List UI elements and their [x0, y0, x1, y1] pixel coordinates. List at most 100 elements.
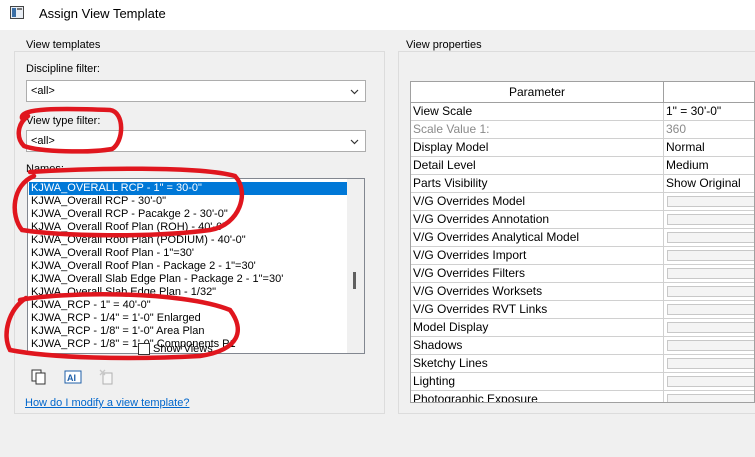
parameter-cell: V/G Overrides Annotation — [411, 211, 664, 229]
value-cell[interactable] — [664, 265, 754, 283]
value-cell[interactable]: Medium — [664, 157, 754, 175]
edit-button[interactable] — [667, 232, 754, 243]
parameter-cell: V/G Overrides Import — [411, 247, 664, 265]
names-list-scrollbar[interactable] — [347, 179, 364, 353]
parameter-cell: Lighting — [411, 373, 664, 391]
list-item[interactable]: KJWA_Overall Roof Plan - 1"=30' — [29, 247, 349, 260]
value-cell[interactable]: Show Original — [664, 175, 754, 193]
table-row[interactable]: V/G Overrides Filters — [411, 265, 754, 283]
table-row[interactable]: V/G Overrides Model — [411, 193, 754, 211]
value-cell[interactable] — [664, 373, 754, 391]
list-item[interactable]: KJWA_OVERALL RCP - 1" = 30-0" — [29, 182, 349, 195]
value-cell[interactable] — [664, 337, 754, 355]
parameter-column-header[interactable]: Parameter — [411, 82, 664, 103]
table-row[interactable]: Parts Visibility Show Original — [411, 175, 754, 193]
title-bar: Assign View Template — [0, 0, 755, 30]
list-item[interactable]: KJWA_Overall Slab Edge Plan - Package 2 … — [29, 273, 349, 286]
parameter-cell: V/G Overrides RVT Links — [411, 301, 664, 319]
parameter-cell: Detail Level — [411, 157, 664, 175]
table-row[interactable]: Model Display — [411, 319, 754, 337]
parameter-cell: Sketchy Lines — [411, 355, 664, 373]
parameter-cell: V/G Overrides Worksets — [411, 283, 664, 301]
value-cell[interactable]: Normal — [664, 139, 754, 157]
edit-button[interactable] — [667, 286, 754, 297]
table-row[interactable]: Detail Level Medium — [411, 157, 754, 175]
duplicate-icon[interactable] — [30, 368, 48, 386]
table-row[interactable]: V/G Overrides RVT Links — [411, 301, 754, 319]
parameter-cell: V/G Overrides Filters — [411, 265, 664, 283]
list-item[interactable]: KJWA_RCP - 1" = 40'-0" — [29, 299, 349, 312]
list-item[interactable]: KJWA_RCP - 1/4" = 1'-0" Enlarged — [29, 312, 349, 325]
show-views-label: Show Views — [153, 343, 213, 355]
value-cell[interactable] — [664, 247, 754, 265]
value-cell[interactable] — [664, 283, 754, 301]
value-column-header[interactable] — [664, 82, 754, 103]
edit-button[interactable] — [667, 250, 754, 261]
window-icon — [10, 6, 24, 19]
list-item[interactable]: KJWA_Overall Slab Edge Plan - 1/32" — [29, 286, 349, 299]
names-list[interactable]: KJWA_OVERALL RCP - 1" = 30-0" KJWA_Overa… — [27, 178, 365, 354]
edit-button[interactable] — [667, 196, 754, 207]
discipline-filter-value: <all> — [31, 85, 55, 97]
parameter-cell: View Scale — [411, 103, 664, 121]
edit-button[interactable] — [667, 376, 754, 387]
list-item[interactable]: KJWA_Overall Roof Plan (ROH) - 40'-0" — [29, 221, 349, 234]
table-row[interactable]: V/G Overrides Worksets — [411, 283, 754, 301]
edit-button[interactable] — [667, 340, 754, 351]
names-label: Names: — [26, 163, 64, 175]
table-row[interactable]: V/G Overrides Import — [411, 247, 754, 265]
properties-table: Parameter View Scale 1" = 30'-0" Scale Val… — [410, 81, 755, 403]
table-row[interactable]: V/G Overrides Annotation — [411, 211, 754, 229]
discipline-filter-label: Discipline filter: — [26, 63, 100, 75]
edit-button[interactable] — [667, 322, 754, 333]
view-type-filter-label: View type filter: — [26, 115, 101, 127]
list-item[interactable]: KJWA_RCP - 1/8" = 1'-0" Area Plan — [29, 325, 349, 338]
edit-button[interactable] — [667, 304, 754, 315]
list-item[interactable]: KJWA_Overall RCP - 30'-0" — [29, 195, 349, 208]
view-type-filter-value: <all> — [31, 135, 55, 147]
table-row[interactable]: Photographic Exposure — [411, 391, 754, 402]
list-item[interactable]: KJWA_Overall Roof Plan (PODIUM) - 40'-0" — [29, 234, 349, 247]
chevron-down-icon — [350, 89, 359, 95]
table-row[interactable]: Display Model Normal — [411, 139, 754, 157]
value-cell[interactable] — [664, 391, 754, 402]
discipline-filter-select[interactable]: <all> — [26, 80, 366, 102]
view-templates-group-label: View templates — [25, 39, 102, 51]
value-cell: 360 — [664, 121, 754, 139]
table-row[interactable]: View Scale 1" = 30'-0" — [411, 103, 754, 121]
value-cell[interactable] — [664, 211, 754, 229]
value-cell[interactable] — [664, 193, 754, 211]
chevron-down-icon — [350, 139, 359, 145]
table-row[interactable]: V/G Overrides Analytical Model — [411, 229, 754, 247]
value-cell[interactable]: 1" = 30'-0" — [664, 103, 754, 121]
list-item[interactable]: KJWA_Overall Roof Plan - Package 2 - 1"=… — [29, 260, 349, 273]
parameter-cell: V/G Overrides Model — [411, 193, 664, 211]
parameter-cell: V/G Overrides Analytical Model — [411, 229, 664, 247]
delete-icon[interactable] — [98, 368, 116, 386]
parameter-cell: Parts Visibility — [411, 175, 664, 193]
edit-button[interactable] — [667, 358, 754, 369]
show-views-checkbox[interactable] — [138, 343, 150, 355]
parameter-cell: Display Model — [411, 139, 664, 157]
help-link[interactable]: How do I modify a view template? — [25, 397, 189, 409]
scrollbar-thumb[interactable] — [353, 272, 356, 289]
table-row[interactable]: Shadows — [411, 337, 754, 355]
edit-button[interactable] — [667, 268, 754, 279]
svg-text:AI: AI — [67, 373, 76, 383]
value-cell[interactable] — [664, 355, 754, 373]
edit-button[interactable] — [667, 214, 754, 225]
parameter-cell: Shadows — [411, 337, 664, 355]
edit-button[interactable] — [667, 394, 754, 402]
table-row[interactable]: Lighting — [411, 373, 754, 391]
parameter-cell: Model Display — [411, 319, 664, 337]
view-properties-group-label: View properties — [406, 39, 482, 51]
value-cell[interactable] — [664, 301, 754, 319]
parameter-cell: Scale Value 1: — [411, 121, 664, 139]
view-type-filter-select[interactable]: <all> — [26, 130, 366, 152]
rename-icon[interactable]: AI — [64, 368, 82, 386]
list-item[interactable]: KJWA_Overall RCP - Pacakge 2 - 30'-0" — [29, 208, 349, 221]
table-row[interactable]: Sketchy Lines — [411, 355, 754, 373]
value-cell[interactable] — [664, 229, 754, 247]
table-row[interactable]: Scale Value 1: 360 — [411, 121, 754, 139]
value-cell[interactable] — [664, 319, 754, 337]
